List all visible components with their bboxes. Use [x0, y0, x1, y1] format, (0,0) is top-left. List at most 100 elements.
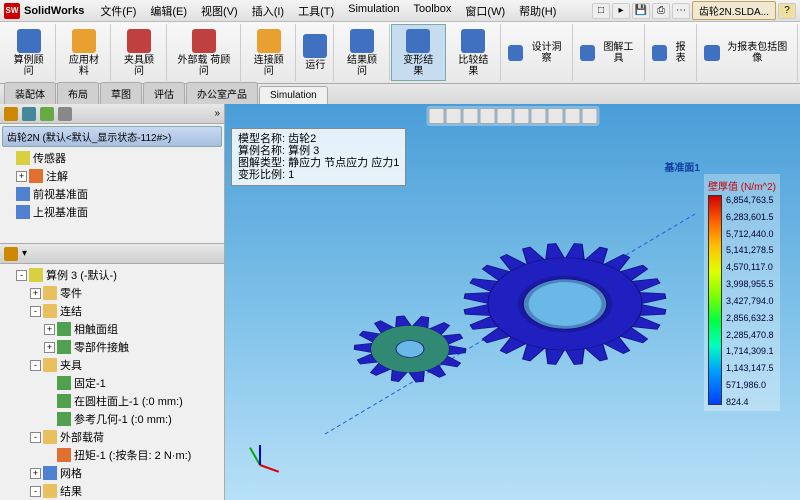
graphics-viewport[interactable]: 模型名称: 齿轮2 算例名称: 算例 3 图解类型: 静应力 节点应力 应力1 … [225, 104, 800, 500]
zoom-fit-icon[interactable] [428, 108, 444, 124]
display-style-icon[interactable] [513, 108, 529, 124]
node-icon [43, 304, 57, 318]
ribbon-外部载荷顾问[interactable]: 外部载 荷顾问 [168, 24, 242, 81]
sim-tree-node[interactable]: +相触面组 [2, 320, 222, 338]
ribbon-为报表包括图像[interactable]: 为报表包括图像 [698, 24, 798, 81]
dim-tab-icon[interactable] [58, 107, 72, 121]
ribbon-比较结果[interactable]: 比较结 果 [447, 24, 501, 81]
ribbon-应用材料[interactable]: 应用材 料 [57, 24, 111, 81]
node-label: 网格 [60, 465, 82, 481]
sim-tree-node[interactable]: 参考几何-1 (:0 mm:) [2, 410, 222, 428]
ribbon-label: 应用材 料 [63, 55, 104, 77]
open-button[interactable]: ▸ [612, 3, 630, 19]
sim-tree-toolbar: ▾ [0, 244, 224, 264]
menu-item[interactable]: 文件(F) [94, 1, 142, 21]
ribbon-图解工具[interactable]: 图解工具 [574, 24, 645, 81]
sim-tree-node[interactable]: +零部件接触 [2, 338, 222, 356]
tab-评估[interactable]: 评估 [143, 82, 185, 104]
expand-icon[interactable]: - [30, 432, 41, 443]
model-tree-header[interactable]: 齿轮2N (默认<默认_显示状态-112#>) [2, 126, 222, 147]
menu-item[interactable]: 编辑(E) [144, 1, 193, 21]
tab-布局[interactable]: 布局 [57, 82, 99, 104]
ribbon-icon [257, 29, 281, 53]
sim-tree-node[interactable]: -夹具 [2, 356, 222, 374]
sim-tree-node[interactable]: + 网格 [2, 464, 222, 482]
menu-item[interactable]: Simulation [342, 1, 405, 21]
tab-办公室产品[interactable]: 办公室产品 [186, 82, 258, 104]
node-icon [29, 169, 43, 183]
sim-tree-node[interactable]: -连结 [2, 302, 222, 320]
gear-assembly[interactable] [315, 174, 695, 454]
filter-icon[interactable] [4, 247, 18, 261]
expand-button[interactable]: » [214, 108, 220, 119]
apply-scene-icon[interactable] [564, 108, 580, 124]
ribbon-label: 运行 [305, 60, 325, 71]
menu-item[interactable]: 帮助(H) [513, 1, 562, 21]
view-orient-icon[interactable] [496, 108, 512, 124]
sim-tree-node[interactable]: 在圆柱面上-1 (:0 mm:) [2, 392, 222, 410]
ribbon-算例顾问[interactable]: 算例顾 问 [2, 24, 56, 81]
zoom-area-icon[interactable] [445, 108, 461, 124]
save-button[interactable]: 💾 [632, 3, 650, 19]
small-gear[interactable] [345, 284, 475, 414]
node-label: 结果 [60, 483, 82, 499]
print-button[interactable]: ⎙ [652, 3, 670, 19]
sim-tree-node[interactable]: 固定-1 [2, 374, 222, 392]
tree-node[interactable]: 传感器 [2, 149, 222, 167]
sim-tree-node[interactable]: -算例 3 (-默认-) [2, 266, 222, 284]
hide-show-icon[interactable] [530, 108, 546, 124]
expand-icon[interactable]: + [30, 468, 41, 479]
fm-tab-icon[interactable] [4, 107, 18, 121]
node-label: 上视基准面 [33, 204, 88, 220]
tree-node[interactable]: 前视基准面 [2, 185, 222, 203]
ribbon-设计洞察[interactable]: 设计洞察 [502, 24, 573, 81]
sim-tree-node[interactable]: -外部载荷 [2, 428, 222, 446]
menu-item[interactable]: 窗口(W) [459, 1, 511, 21]
section-icon[interactable] [479, 108, 495, 124]
ribbon-夹具顾问[interactable]: 夹具顾 问 [112, 24, 166, 81]
expand-icon[interactable]: - [30, 486, 41, 497]
menu-item[interactable]: 工具(T) [292, 1, 340, 21]
ribbon-icon [406, 29, 430, 53]
document-tab[interactable]: 齿轮2N.SLDA... [692, 1, 776, 20]
large-gear[interactable] [455, 194, 675, 414]
tab-装配体[interactable]: 装配体 [4, 82, 56, 104]
tree-node[interactable]: +注解 [2, 167, 222, 185]
prev-view-icon[interactable] [462, 108, 478, 124]
ribbon-报表[interactable]: 报表 [646, 24, 698, 81]
ribbon-变形结果[interactable]: 变形结 果 [391, 24, 446, 81]
titlebar-right: □ ▸ 💾 ⎙ ⋯ 齿轮2N.SLDA... ? [592, 1, 796, 20]
edit-scene-icon[interactable] [547, 108, 563, 124]
expand-icon[interactable]: + [44, 342, 55, 353]
tab-Simulation[interactable]: Simulation [259, 86, 328, 104]
more-button[interactable]: ⋯ [672, 3, 690, 19]
tab-草图[interactable]: 草图 [100, 82, 142, 104]
menu-item[interactable]: 插入(I) [246, 1, 290, 21]
sim-tree-node[interactable]: +零件 [2, 284, 222, 302]
new-doc-button[interactable]: □ [592, 3, 610, 19]
cm-tab-icon[interactable] [40, 107, 54, 121]
expand-icon[interactable]: + [30, 288, 41, 299]
expand-icon[interactable]: - [30, 360, 41, 371]
orientation-triad[interactable] [235, 440, 285, 490]
search-button[interactable]: ? [778, 3, 796, 19]
stress-legend[interactable]: 壁厚值 (N/m^2) 6,854,763.56,283,601.55,712,… [704, 174, 780, 411]
ribbon-连接顾问[interactable]: 连接顾 问 [242, 24, 296, 81]
expand-icon[interactable]: - [30, 306, 41, 317]
pm-tab-icon[interactable] [22, 107, 36, 121]
expand-icon[interactable]: + [16, 171, 27, 182]
ribbon-icon [17, 29, 41, 53]
menu-item[interactable]: 视图(V) [195, 1, 244, 21]
expand-icon[interactable]: + [44, 324, 55, 335]
tree-node[interactable]: 上视基准面 [2, 203, 222, 221]
node-icon [57, 448, 71, 462]
app-name: SolidWorks [24, 5, 84, 17]
menu-item[interactable]: Toolbox [408, 1, 458, 21]
expand-icon[interactable]: - [16, 270, 27, 281]
sim-tree-node[interactable]: 扭矩-1 (:按条目: 2 N·m:) [2, 446, 222, 464]
view-setting-icon[interactable] [581, 108, 597, 124]
ribbon-运行[interactable]: 运行 [297, 24, 334, 81]
sim-tree-node[interactable]: - 结果 [2, 482, 222, 500]
ribbon-结果顾问[interactable]: 结果顾 问 [335, 24, 389, 81]
main-menu: 文件(F)编辑(E)视图(V)插入(I)工具(T)SimulationToolb… [94, 1, 562, 21]
